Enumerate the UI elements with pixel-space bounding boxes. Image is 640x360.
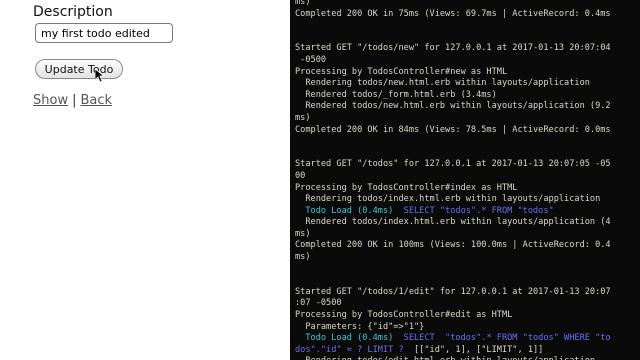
terminal-text: Rendering todos/new.html.erb within layo… [295,78,590,89]
terminal-text: Started GET "/todos/new" for 127.0.0.1 a… [295,43,611,54]
description-label: Description [33,4,113,20]
terminal-text: dos"."id" = ? LIMIT ? [295,344,414,355]
show-link[interactable]: Show [33,93,68,108]
terminal-text: :07 -0500 [295,298,342,309]
terminal-text: Todo Load (0.4ms) [295,333,404,344]
terminal-text: Rendering todos/index.html.erb within la… [295,194,601,205]
terminal-line: Todo Load (0.4ms) SELECT "todos".* FROM … [295,206,611,218]
terminal-line: Parameters: {"id"=>"1"} [295,322,611,334]
terminal-text: -0500 [295,54,327,65]
terminal-line: Todo Load (0.4ms) SELECT "todos".* FROM … [295,333,611,345]
terminal-text: Rendered todos/index.html.erb within lay… [295,217,611,228]
terminal-text: Rendered todos/new.html.erb within layou… [295,101,611,112]
terminal-line: Rendering todos/edit.html.erb within lay… [295,356,611,360]
update-todo-button[interactable]: Update Todo [35,59,123,79]
terminal-text: Rendering todos/edit.html.erb within lay… [295,356,595,360]
link-separator: | [72,93,77,108]
terminal-line: Started GET "/todos/1/edit" for 127.0.0.… [295,287,611,299]
description-input[interactable] [35,23,173,43]
terminal-text: Completed 200 OK in 84ms (Views: 78.5ms … [295,124,611,135]
terminal-text: Processing by TodosController#index as H… [295,182,518,193]
terminal-text: ms) [295,112,311,123]
terminal-text: Rendered todos/_form.html.erb (3.4ms) [295,89,497,100]
terminal-text: Started GET "/todos" for 127.0.0.1 at 20… [295,159,611,170]
terminal-line: -0500 [295,55,611,67]
terminal-text: [["id", 1], ["LIMIT", 1]] [414,344,544,355]
nav-links: Show | Back [33,93,112,108]
terminal-line: Processing by TodosController#index as H… [295,183,611,195]
terminal-text: Parameters: {"id"=>"1"} [295,321,425,332]
terminal-text: 00 [295,170,306,181]
terminal-line: Completed 200 OK in 84ms (Views: 78.5ms … [295,125,611,137]
terminal-text: Processing by TodosController#edit as HT… [295,310,513,321]
terminal-text: ms) [295,228,311,239]
terminal-line: 00 [295,171,611,183]
terminal-line: ms) [295,252,611,264]
terminal-text: Started GET "/todos/1/edit" for 127.0.0.… [295,286,611,297]
terminal-line: dos"."id" = ? LIMIT ? [["id", 1], ["LIMI… [295,345,611,357]
terminal-line: Started GET "/todos" for 127.0.0.1 at 20… [295,159,611,171]
terminal-line: Rendering todos/new.html.erb within layo… [295,78,611,90]
browser-pane: Description Update Todo Show |Back [0,0,290,360]
terminal-text: Todo Load (0.4ms) [295,205,404,216]
terminal-line: Rendered todos/new.html.erb within layou… [295,101,611,113]
terminal-line: Processing by TodosController#edit as HT… [295,310,611,322]
terminal-line: Processing by TodosController#new as HTM… [295,67,611,79]
terminal-line: :07 -0500 [295,298,611,310]
terminal-line: ms) [295,0,611,9]
back-link[interactable]: Back [80,93,112,108]
terminal-line: ms) [295,113,611,125]
mouse-pointer-icon [95,69,105,83]
terminal-text: SELECT "todos".* FROM "todos" WHERE "to [403,333,611,344]
terminal-text: Completed 200 OK in 75ms (Views: 69.7ms … [295,8,611,19]
terminal-text: ms) [295,252,311,263]
terminal-text: ms) [295,0,311,7]
terminal-line: Completed 200 OK in 100ms (Views: 100.0m… [295,240,611,252]
terminal-text: SELECT "todos".* FROM "todos" [403,205,554,216]
terminal-line: Completed 200 OK in 75ms (Views: 69.7ms … [295,9,611,21]
terminal-line: Rendered todos/index.html.erb within lay… [295,217,611,229]
terminal-output: ms) Completed 200 OK in 75ms (Views: 69.7… [295,0,611,360]
terminal-line: Started GET "/todos/new" for 127.0.0.1 a… [295,43,611,55]
terminal-text: Processing by TodosController#new as HTM… [295,66,508,77]
terminal-pane[interactable]: ms) Completed 200 OK in 75ms (Views: 69.7… [290,0,640,360]
terminal-line: Rendered todos/_form.html.erb (3.4ms) [295,90,611,102]
terminal-line: Rendering todos/index.html.erb within la… [295,194,611,206]
terminal-text: Completed 200 OK in 100ms (Views: 100.0m… [295,240,611,251]
terminal-line: ms) [295,229,611,241]
